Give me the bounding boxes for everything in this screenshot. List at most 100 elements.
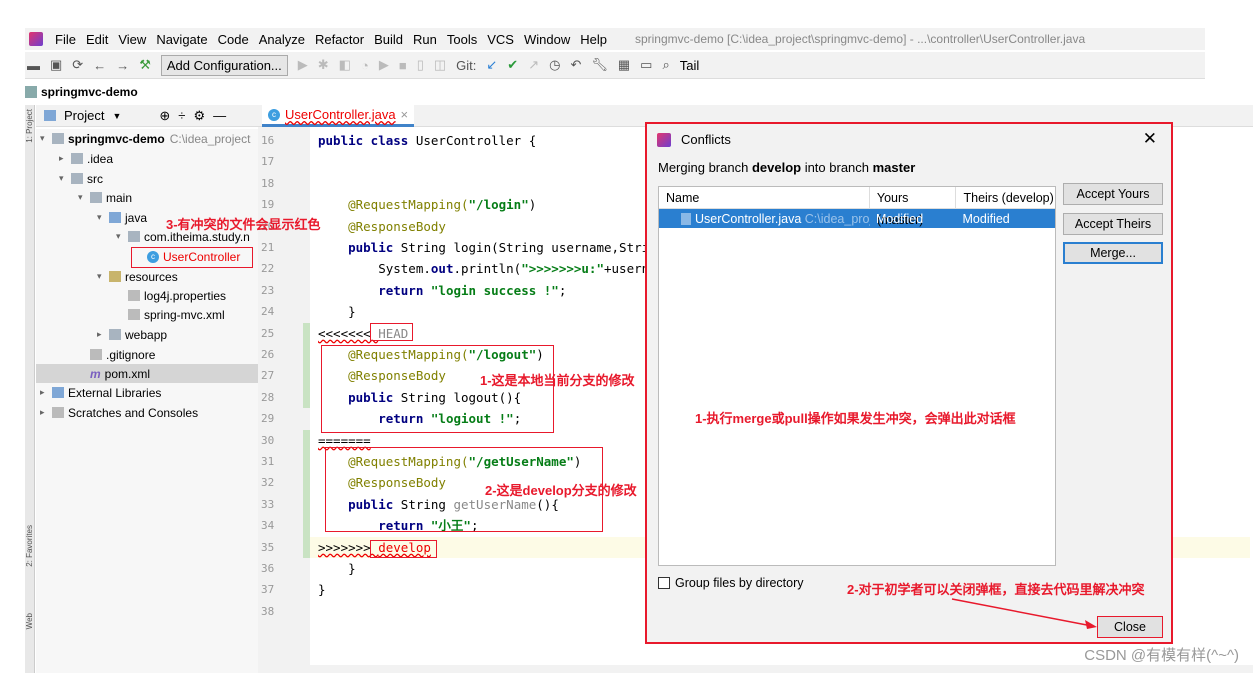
collapse-all-icon[interactable]: ÷ — [178, 108, 185, 123]
code-line[interactable]: } — [318, 558, 356, 579]
menu-vcs[interactable]: VCS — [487, 32, 514, 47]
git-update-icon[interactable]: ↙ — [486, 57, 497, 73]
menu-build[interactable]: Build — [374, 32, 403, 47]
side-tab-favorites[interactable]: 2: Favorites — [25, 525, 34, 567]
tree-item[interactable]: spring-mvc.xml — [36, 305, 258, 324]
tree-item[interactable]: ▸ Scratches and Consoles — [36, 403, 258, 422]
menu-view[interactable]: View — [118, 32, 146, 47]
menu-refactor[interactable]: Refactor — [315, 32, 364, 47]
menu-help[interactable]: Help — [580, 32, 607, 47]
tree-item[interactable]: ▸ .idea — [36, 149, 258, 168]
column-theirs[interactable]: Theirs (develop) — [956, 187, 1055, 209]
code-line[interactable]: public class UserController { — [318, 130, 536, 151]
minimize-icon[interactable]: — — [213, 108, 226, 123]
forward-icon[interactable]: → — [116, 58, 129, 73]
side-tab-web[interactable]: Web — [25, 613, 34, 629]
tree-item[interactable]: ▾ main — [36, 188, 258, 207]
menu-navigate[interactable]: Navigate — [156, 32, 207, 47]
history-icon[interactable]: ◷ — [549, 57, 560, 73]
expand-arrow-icon[interactable]: ▸ — [40, 407, 52, 418]
git-label: Git: — [456, 57, 477, 73]
tree-item-label: .idea — [87, 151, 114, 166]
tree-item[interactable]: m pom.xml — [36, 364, 258, 383]
column-yours[interactable]: Yours (master) — [870, 186, 957, 227]
line-number: 23 — [261, 283, 275, 297]
locate-icon[interactable]: ⊕ — [159, 108, 170, 124]
code-line[interactable]: System.out.println(">>>>>>>u:"+usern — [318, 258, 649, 279]
git-commit-icon[interactable]: ✔ — [507, 57, 518, 73]
accept-yours-button[interactable]: Accept Yours — [1063, 183, 1163, 205]
code-line[interactable]: } — [318, 301, 356, 322]
expand-arrow-icon[interactable]: ▸ — [97, 329, 109, 340]
project-view-selector[interactable]: Project — [64, 108, 104, 123]
attach-icon[interactable]: ▯ — [417, 57, 424, 73]
add-configuration-button[interactable]: Add Configuration... — [160, 54, 288, 76]
deploy-icon[interactable]: ◫ — [434, 57, 446, 73]
group-by-directory-checkbox[interactable] — [658, 577, 670, 589]
menu-run[interactable]: Run — [413, 32, 437, 47]
menu-edit[interactable]: Edit — [86, 32, 108, 47]
expand-arrow-icon[interactable]: ▾ — [97, 271, 109, 282]
tree-item[interactable]: ▸ External Libraries — [36, 383, 258, 402]
tab-usercontroller[interactable]: c UserController.java × — [262, 105, 415, 127]
tree-item[interactable]: ▾ resources — [36, 267, 258, 286]
terminal-icon[interactable]: ▭ — [640, 57, 652, 73]
coverage-icon[interactable]: ◧ — [339, 57, 351, 73]
menu-window[interactable]: Window — [524, 32, 570, 47]
merge-button[interactable]: Merge... — [1063, 242, 1163, 264]
table-row[interactable]: UserController.java C:\idea_proje Modifi… — [659, 209, 1055, 228]
wrench-icon[interactable]: 🔧︎ — [591, 57, 608, 73]
expand-arrow-icon[interactable]: ▸ — [59, 153, 71, 164]
column-name[interactable]: Name — [659, 186, 870, 209]
open-folder-icon[interactable]: ▬ — [27, 58, 40, 73]
debug-icon[interactable]: ✱ — [318, 57, 329, 73]
tree-item-label: External Libraries — [68, 385, 162, 400]
code-line[interactable]: } — [318, 579, 326, 600]
tail-button[interactable]: Tail — [680, 58, 700, 73]
search-icon[interactable]: ⌕ — [662, 57, 669, 73]
code-line[interactable]: @ResponseBody — [318, 216, 446, 237]
save-icon[interactable]: ▣ — [50, 57, 62, 73]
accept-theirs-button[interactable]: Accept Theirs — [1063, 213, 1163, 235]
expand-arrow-icon[interactable]: ▾ — [40, 133, 52, 144]
side-tab-project[interactable]: 1: Project — [25, 109, 34, 143]
sync-icon[interactable]: ⟳ — [72, 57, 83, 73]
code-line[interactable]: return "login success !"; — [318, 280, 566, 301]
expand-arrow-icon[interactable]: ▾ — [59, 173, 71, 184]
tree-item[interactable]: ▾ src — [36, 169, 258, 188]
expand-arrow-icon[interactable]: ▾ — [78, 192, 90, 203]
git-push-icon[interactable]: ↗ — [528, 57, 539, 73]
expand-arrow-icon[interactable]: ▾ — [116, 231, 128, 242]
tree-item[interactable]: .gitignore — [36, 345, 258, 364]
menu-analyze[interactable]: Analyze — [259, 32, 305, 47]
code-line[interactable]: @RequestMapping("/login") — [318, 194, 536, 215]
build-hammer-icon[interactable]: ⚒ — [139, 57, 151, 73]
back-icon[interactable]: ← — [93, 58, 106, 73]
tree-item[interactable]: ▸ webapp — [36, 325, 258, 344]
project-structure-icon[interactable]: ▦ — [618, 57, 630, 73]
expand-arrow-icon[interactable]: ▸ — [40, 387, 52, 398]
code-line[interactable]: public String login(String username,Stri — [318, 237, 649, 258]
watermark: CSDN @有模有样(^~^) — [1084, 647, 1239, 664]
run-icon[interactable]: ▶ — [298, 57, 308, 73]
menu-code[interactable]: Code — [218, 32, 249, 47]
menu-tools[interactable]: Tools — [447, 32, 477, 47]
tree-item[interactable]: ▾ springmvc-demo C:\idea_project — [36, 129, 258, 148]
menu-file[interactable]: File — [55, 32, 76, 47]
line-number: 35 — [261, 540, 275, 554]
run-again-icon[interactable]: ▶ — [379, 57, 389, 73]
tree-item[interactable]: log4j.properties — [36, 286, 258, 305]
dialog-title: Conflicts — [681, 132, 731, 147]
gear-icon[interactable]: ⚙ — [193, 108, 205, 124]
expand-arrow-icon[interactable]: ▾ — [97, 212, 109, 223]
rollback-icon[interactable]: ↶ — [570, 57, 581, 73]
stop-icon[interactable]: ■ — [399, 58, 407, 73]
line-number: 24 — [261, 305, 275, 319]
close-button[interactable]: Close — [1097, 616, 1163, 638]
chevron-down-icon[interactable]: ▼ — [112, 111, 121, 121]
close-icon[interactable]: ✕ — [1143, 129, 1157, 149]
close-tab-icon[interactable]: × — [401, 107, 409, 122]
fold-icon — [52, 133, 64, 144]
profile-icon[interactable]: ◔ — [361, 58, 369, 73]
breadcrumb-project[interactable]: springmvc-demo — [41, 85, 138, 99]
